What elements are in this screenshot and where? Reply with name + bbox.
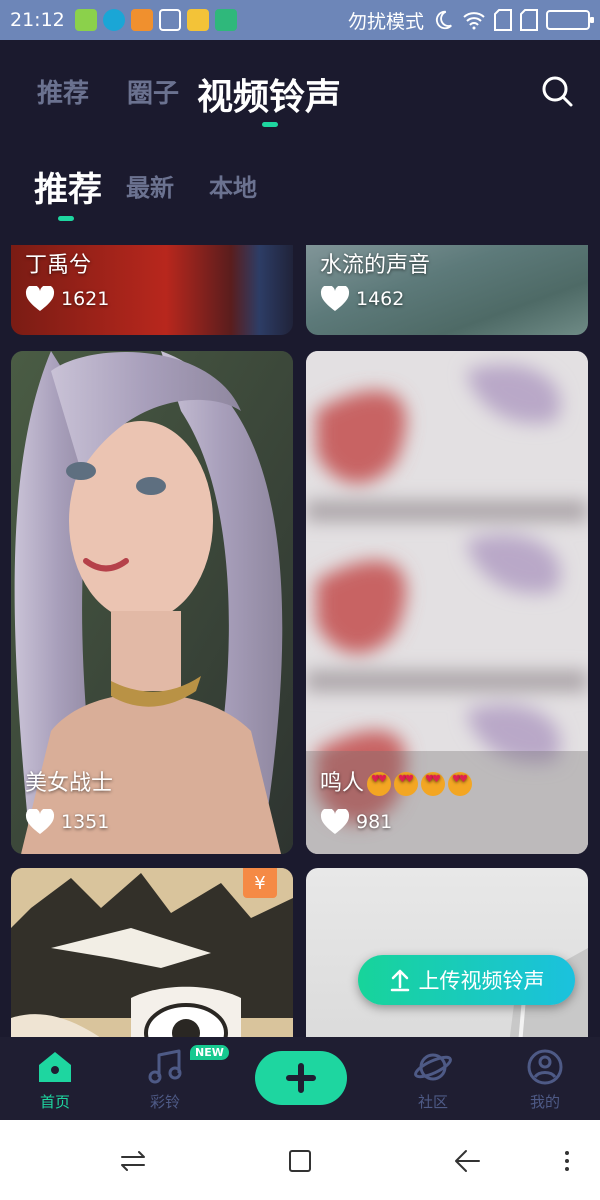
- sim-icon: [520, 9, 538, 31]
- subtab-latest[interactable]: 最新: [126, 168, 174, 203]
- nav-mine[interactable]: 我的: [505, 1047, 585, 1112]
- wifi-icon: [463, 12, 485, 30]
- heart-eyes-emoji: [367, 772, 392, 796]
- heart-eyes-emoji: [448, 772, 473, 796]
- sim-icon: [494, 9, 512, 31]
- video-card[interactable]: [306, 868, 588, 1037]
- status-time: 21:12: [10, 9, 65, 31]
- card-title: 鸣人: [320, 765, 473, 797]
- card-likes: 1351: [25, 809, 109, 835]
- active-subtab-indicator: [58, 216, 74, 221]
- card-title: 丁禹兮: [25, 253, 92, 278]
- sub-tab-bar: 推荐 最新 本地: [0, 140, 600, 230]
- upload-arrow-icon: [390, 969, 409, 992]
- card-likes: 1621: [25, 286, 109, 312]
- tab-recommend[interactable]: 推荐: [37, 73, 89, 110]
- switch-icon[interactable]: [118, 1146, 148, 1176]
- nav-community[interactable]: 社区: [393, 1047, 473, 1112]
- like-count: 1351: [61, 811, 110, 833]
- video-card[interactable]: 美女战士 1351: [11, 351, 293, 854]
- heart-eyes-emoji: [421, 772, 446, 796]
- folder-icon: [186, 9, 209, 31]
- heart-icon[interactable]: [320, 809, 350, 835]
- planet-icon: [414, 1053, 452, 1081]
- video-card[interactable]: 水流的声音 1462: [306, 245, 588, 335]
- tab-circle[interactable]: 圈子: [127, 73, 179, 110]
- tab-video-ringtone[interactable]: 视频铃声: [197, 68, 341, 120]
- nav-label: 我的: [529, 1093, 560, 1111]
- create-plus-button[interactable]: [255, 1051, 347, 1105]
- nav-label: 彩铃: [149, 1093, 180, 1111]
- nav-home[interactable]: 首页: [15, 1047, 95, 1112]
- card-title: 水流的声音: [320, 253, 431, 278]
- heart-eyes-emoji: [394, 772, 419, 796]
- system-nav-bar: [0, 1120, 600, 1200]
- card-title-text: 鸣人: [320, 771, 365, 796]
- back-icon[interactable]: [452, 1146, 482, 1176]
- square-icon[interactable]: [285, 1146, 315, 1176]
- card-likes: 981: [320, 809, 392, 835]
- active-tab-indicator: [262, 122, 278, 127]
- battery-icon: [546, 10, 594, 30]
- card-title: 美女战士: [25, 771, 114, 796]
- like-count: 981: [356, 811, 393, 833]
- bottom-nav: 首页 彩铃 NEW 社区 我的: [0, 1037, 600, 1120]
- top-tab-bar: 推荐 圈子 视频铃声: [0, 40, 600, 140]
- nav-label: 社区: [417, 1093, 448, 1111]
- card-likes: 1462: [320, 286, 404, 312]
- sync-icon: [102, 9, 125, 31]
- heart-icon[interactable]: [25, 286, 55, 312]
- heart-icon[interactable]: [320, 286, 350, 312]
- search-icon[interactable]: [540, 74, 574, 108]
- upload-button-label: 上传视频铃声: [418, 969, 545, 993]
- home-icon: [39, 1052, 71, 1082]
- music-note-icon: [148, 1049, 182, 1084]
- dnd-label: 勿扰模式: [347, 10, 424, 33]
- video-feed: 丁禹兮 1621 水流的声音 1462 美女战士 1351 鸣人♥ ♥♥ ♥♥ …: [0, 245, 600, 1037]
- menu-icon[interactable]: [552, 1146, 582, 1176]
- like-count: 1621: [61, 288, 110, 310]
- video-card[interactable]: 丁禹兮 1621: [11, 245, 293, 335]
- subtab-recommend[interactable]: 推荐: [34, 162, 102, 211]
- heart-icon[interactable]: [25, 809, 55, 835]
- like-count: 1462: [356, 288, 405, 310]
- moon-icon: [435, 10, 452, 30]
- plus-icon: [286, 1063, 316, 1093]
- video-card[interactable]: ¥: [11, 868, 293, 1037]
- usb-icon: [214, 9, 237, 31]
- brush-icon: [158, 9, 181, 31]
- app-notify-icon: [74, 9, 97, 31]
- subtab-local[interactable]: 本地: [209, 168, 257, 203]
- status-bar: 21:12 勿扰模式: [0, 0, 600, 40]
- video-card[interactable]: 鸣人 981: [306, 351, 588, 854]
- person-icon: [527, 1049, 563, 1085]
- new-badge: NEW: [190, 1045, 229, 1060]
- nav-label: 首页: [39, 1093, 70, 1111]
- video-thumbnail: [509, 948, 588, 1037]
- upload-video-ringtone-button[interactable]: 上传视频铃声: [358, 955, 575, 1005]
- warning-icon: [130, 9, 153, 31]
- paid-badge: ¥: [243, 868, 277, 898]
